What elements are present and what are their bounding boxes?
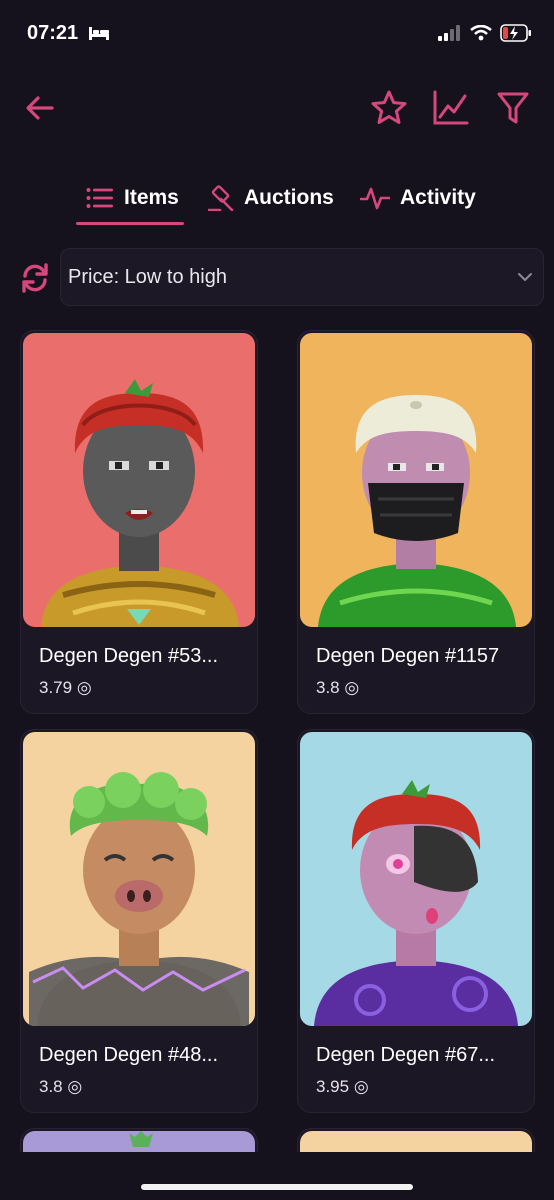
home-indicator[interactable] [141,1184,413,1190]
tab-items-label: Items [124,186,179,209]
back-arrow-icon[interactable] [24,92,56,124]
status-bar: 07:21 [0,0,554,70]
activity-pulse-icon [360,187,390,210]
nft-price: 3.79 ◎ [39,678,92,698]
nft-name: Degen Degen #48... [39,1044,219,1066]
sol-currency-icon: ◎ [344,678,360,697]
battery-charging-icon [500,24,531,42]
sol-currency-icon: ◎ [76,678,92,697]
sleep-mode-icon [89,27,109,40]
star-favorite-icon[interactable] [370,89,408,127]
nft-card[interactable]: Degen Degen #67... 3.95 ◎ [297,729,535,1113]
chevron-down-icon [518,273,532,282]
nft-name: Degen Degen #67... [316,1044,496,1066]
sol-currency-icon: ◎ [353,1077,369,1096]
tab-bar: Items Auctions Activity [0,178,554,228]
nft-name: Degen Degen #53... [39,645,219,667]
sol-currency-icon: ◎ [67,1077,83,1096]
cellular-signal-icon [438,25,460,41]
price-value: 3.8 [316,678,340,697]
nft-price: 3.95 ◎ [316,1077,369,1097]
nft-price: 3.8 ◎ [39,1077,82,1097]
tab-auctions[interactable]: Auctions [208,178,334,218]
list-icon [86,188,113,208]
status-time: 07:21 [27,22,79,44]
refresh-icon[interactable] [20,263,50,293]
active-tab-indicator [76,222,184,225]
nft-image [300,732,532,1026]
nft-image [23,333,255,627]
tab-activity[interactable]: Activity [360,178,476,218]
nft-name: Degen Degen #1157 [316,645,500,667]
home-indicator-area [0,1152,554,1200]
nft-image [23,732,255,1026]
filter-funnel-icon[interactable] [496,91,530,125]
nft-image [300,333,532,627]
gavel-icon [208,185,234,211]
nft-card[interactable]: Degen Degen #48... 3.8 ◎ [20,729,258,1113]
sort-select[interactable]: Price: Low to high [60,248,544,306]
tab-items[interactable]: Items [86,178,179,218]
chart-stats-icon[interactable] [432,89,470,127]
nft-card[interactable]: Degen Degen #1157 3.8 ◎ [297,330,535,714]
price-value: 3.79 [39,678,73,697]
wifi-icon [470,25,492,41]
tab-auctions-label: Auctions [244,186,334,209]
sort-row: Price: Low to high [0,248,554,308]
nft-card[interactable]: Degen Degen #53... 3.79 ◎ [20,330,258,714]
nft-price: 3.8 ◎ [316,678,359,698]
price-value: 3.95 [316,1077,350,1096]
price-value: 3.8 [39,1077,63,1096]
sort-selected-value: Price: Low to high [68,266,227,288]
tab-activity-label: Activity [400,186,476,209]
